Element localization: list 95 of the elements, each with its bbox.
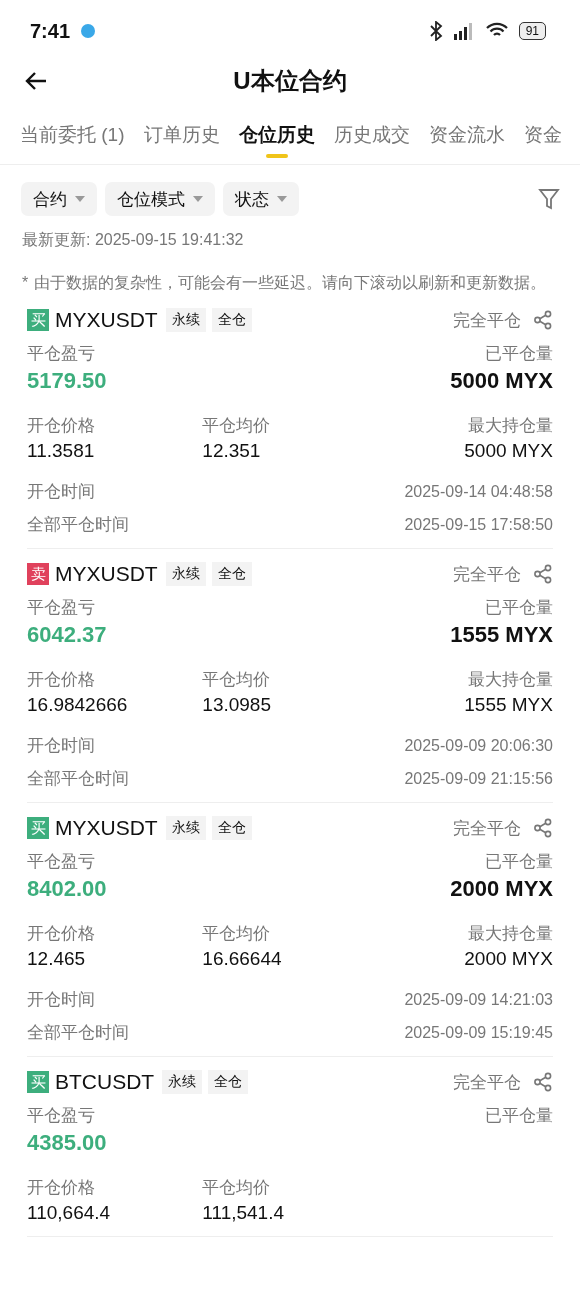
- caret-icon: [193, 196, 203, 202]
- field-value: 12.465: [27, 948, 87, 970]
- field-label: 全部平仓时间: [27, 768, 129, 790]
- field-value: 110,664.4: [27, 1202, 112, 1224]
- field-value: 5000 MYX: [463, 440, 553, 462]
- filter-dropdown[interactable]: 仓位模式: [105, 182, 215, 216]
- field-label: 平仓均价: [202, 415, 272, 437]
- tag: 全仓: [211, 816, 252, 840]
- battery-level: 91: [518, 22, 546, 40]
- tag: 永续: [165, 562, 206, 586]
- time-value: 2025-09-14 04:48:58: [404, 482, 553, 501]
- tab[interactable]: 资金: [523, 122, 562, 164]
- symbol: BTCUSDT: [55, 1070, 155, 1094]
- field-label: 平仓盈亏: [27, 851, 96, 873]
- pnl-value: 4385.00: [27, 1130, 108, 1156]
- tab[interactable]: 仓位历史: [238, 122, 315, 164]
- side-badge: 买: [27, 309, 49, 331]
- field-value: 2000 MYX: [463, 948, 553, 970]
- time-value: 2025-09-09 15:19:45: [404, 1023, 553, 1042]
- field-value: 16.66644: [202, 948, 283, 970]
- pnl-value: 6042.37: [27, 622, 108, 648]
- field-label: 开仓价格: [27, 1177, 96, 1199]
- field-label: 最大持仓量: [467, 669, 553, 691]
- tag: 永续: [165, 816, 206, 840]
- field-value: 2000 MYX: [449, 876, 553, 902]
- field-label: 已平仓量: [484, 597, 553, 619]
- field-label: 已平仓量: [484, 851, 553, 873]
- share-icon[interactable]: [533, 818, 553, 838]
- field-label: 平仓盈亏: [27, 1105, 96, 1127]
- field-label: 开仓价格: [27, 923, 96, 945]
- note-mark: *: [22, 273, 29, 293]
- symbol: MYXUSDT: [55, 308, 158, 332]
- field-value: 111,541.4: [202, 1202, 286, 1224]
- share-icon[interactable]: [533, 564, 553, 584]
- tag: 永续: [165, 308, 206, 332]
- field-label: 平仓盈亏: [27, 597, 96, 619]
- caret-icon: [75, 196, 85, 202]
- field-label: 开仓价格: [27, 415, 96, 437]
- position-status: 完全平仓: [453, 817, 521, 840]
- field-label: 最大持仓量: [467, 415, 553, 437]
- share-icon[interactable]: [533, 1072, 553, 1092]
- filter-dropdown[interactable]: 状态: [223, 182, 299, 216]
- tab[interactable]: 历史成交: [333, 122, 410, 164]
- field-value: 12.351: [202, 440, 262, 462]
- field-label: 全部平仓时间: [27, 514, 129, 536]
- field-label: 平仓盈亏: [27, 343, 96, 365]
- filter-icon[interactable]: [538, 187, 560, 211]
- field-value: 16.9842666: [27, 694, 129, 716]
- tab[interactable]: 当前委托 (1): [20, 122, 125, 164]
- tag: 永续: [162, 1070, 203, 1094]
- symbol: MYXUSDT: [55, 816, 158, 840]
- tab[interactable]: 资金流水: [428, 122, 505, 164]
- status-time: 7:41: [30, 19, 71, 43]
- field-label: 开仓时间: [27, 989, 95, 1011]
- field-label: 开仓时间: [27, 735, 95, 757]
- field-label: 平仓均价: [202, 923, 272, 945]
- side-badge: 买: [27, 1071, 49, 1093]
- field-value: 13.0985: [202, 694, 272, 716]
- app-icon: [80, 23, 97, 39]
- field-value: 1555 MYX: [449, 622, 553, 648]
- tab[interactable]: 订单历史: [143, 122, 220, 164]
- field-label: 开仓时间: [27, 481, 95, 503]
- field-label: 平仓均价: [202, 1177, 272, 1199]
- time-value: 2025-09-09 21:15:56: [404, 769, 553, 788]
- symbol: MYXUSDT: [55, 562, 158, 586]
- last-update: 最新更新: 2025-09-15 19:41:32: [21, 230, 245, 250]
- field-value: 5000 MYX: [449, 368, 553, 394]
- field-label: 已平仓量: [484, 343, 553, 365]
- time-value: 2025-09-09 20:06:30: [404, 736, 553, 755]
- side-badge: 买: [27, 817, 49, 839]
- field-label: 平仓均价: [202, 669, 272, 691]
- tag: 全仓: [208, 1070, 249, 1094]
- field-value: 1555 MYX: [463, 694, 553, 716]
- signal-icon: [452, 22, 475, 40]
- time-value: 2025-09-15 17:58:50: [404, 515, 553, 534]
- pnl-value: 5179.50: [27, 368, 108, 394]
- position-status: 完全平仓: [453, 563, 521, 586]
- filter-dropdown[interactable]: 合约: [21, 182, 97, 216]
- page-title: U本位合约: [233, 66, 347, 96]
- note-text: 由于数据的复杂性，可能会有一些延迟。请向下滚动以刷新和更新数据。: [34, 273, 547, 293]
- field-label: 开仓价格: [27, 669, 96, 691]
- tag: 全仓: [211, 562, 252, 586]
- side-badge: 卖: [27, 563, 49, 585]
- position-status: 完全平仓: [453, 309, 521, 332]
- share-icon[interactable]: [533, 310, 553, 330]
- field-label: 全部平仓时间: [27, 1022, 129, 1044]
- field-label: 已平仓量: [484, 1105, 553, 1127]
- pnl-value: 8402.00: [27, 876, 108, 902]
- field-label: 最大持仓量: [467, 923, 553, 945]
- bluetooth-icon: [428, 21, 443, 41]
- position-status: 完全平仓: [453, 1071, 521, 1094]
- time-value: 2025-09-09 14:21:03: [404, 990, 553, 1009]
- tag: 全仓: [211, 308, 252, 332]
- field-value: 11.3581: [27, 440, 96, 462]
- caret-icon: [277, 196, 287, 202]
